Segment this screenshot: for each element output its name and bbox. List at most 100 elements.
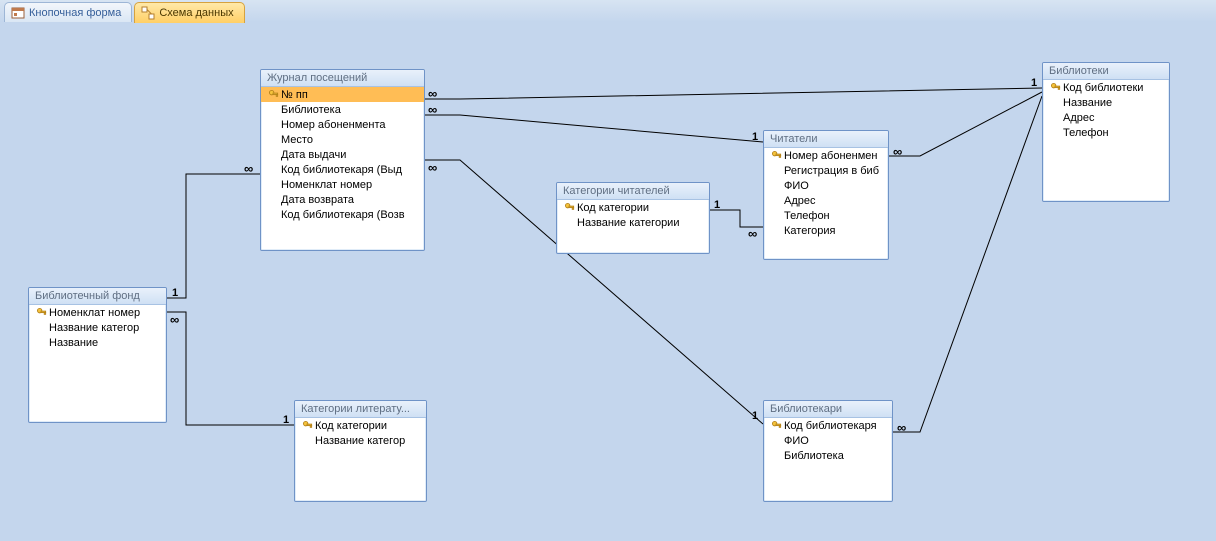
rel-card: ∞	[748, 226, 757, 241]
field-row[interactable]: Телефон	[1043, 125, 1169, 140]
relationships-icon	[141, 6, 155, 20]
rel-card: 1	[283, 414, 289, 426]
tab-schema[interactable]: Схема данных	[134, 2, 244, 23]
field-label: Адрес	[784, 195, 816, 207]
field-label: Код библиотекаря (Возв	[281, 209, 405, 221]
field-row[interactable]: Дата выдачи	[261, 147, 424, 162]
field-list: Код библиотеки Название Адрес Телефон	[1043, 80, 1169, 140]
table-catlit[interactable]: Категории литерату... Код категории Назв…	[294, 400, 427, 502]
field-row[interactable]: Код библиотекаря	[764, 418, 892, 433]
field-label: ФИО	[784, 435, 809, 447]
field-row[interactable]: Название категор	[295, 433, 426, 448]
field-label: Название категор	[315, 435, 405, 447]
field-row[interactable]: Название	[1043, 95, 1169, 110]
table-catread[interactable]: Категории читателей Код категории Назван…	[556, 182, 710, 254]
rel-card: ∞	[244, 161, 253, 176]
primary-key-icon	[265, 89, 281, 100]
field-label: Код библиотекаря (Выд	[281, 164, 402, 176]
field-row[interactable]: № пп	[261, 87, 424, 102]
table-title: Категории читателей	[557, 183, 709, 200]
field-row[interactable]: Название	[29, 335, 166, 350]
tab-label: Кнопочная форма	[29, 7, 121, 19]
field-label: Название категории	[577, 217, 679, 229]
rel-card: 1	[714, 199, 720, 211]
field-row[interactable]: Номер абоненмента	[261, 117, 424, 132]
field-row[interactable]: Название категор	[29, 320, 166, 335]
table-librarians[interactable]: Библиотекари Код библиотекаря ФИО Библио…	[763, 400, 893, 502]
primary-key-icon	[768, 420, 784, 431]
field-label: Название	[1063, 97, 1112, 109]
field-label: Место	[281, 134, 313, 146]
field-label: Код библиотеки	[1063, 82, 1143, 94]
table-readers[interactable]: Читатели Номер абоненмен Регистрация в б…	[763, 130, 889, 260]
field-label: Код категории	[315, 420, 387, 432]
field-row[interactable]: Код библиотеки	[1043, 80, 1169, 95]
tab-label: Схема данных	[159, 7, 233, 19]
rel-card: ∞	[893, 144, 902, 159]
primary-key-icon	[33, 307, 49, 318]
field-row[interactable]: Код категории	[557, 200, 709, 215]
field-list: Код библиотекаря ФИО Библиотека	[764, 418, 892, 463]
field-row[interactable]: Телефон	[764, 208, 888, 223]
field-list: № пп Библиотека Номер абоненмента Место …	[261, 87, 424, 222]
rel-card: ∞	[428, 86, 437, 101]
field-label: Категория	[784, 225, 835, 237]
field-row[interactable]: Номер абоненмен	[764, 148, 888, 163]
field-row[interactable]: Библиотека	[261, 102, 424, 117]
field-label: Номер абоненмента	[281, 119, 386, 131]
field-label: Номер абоненмен	[784, 150, 877, 162]
table-title: Библиотеки	[1043, 63, 1169, 80]
field-row[interactable]: Место	[261, 132, 424, 147]
field-list: Код категории Название категор	[295, 418, 426, 448]
rel-card: 1	[752, 410, 758, 422]
table-title: Читатели	[764, 131, 888, 148]
table-bibfond[interactable]: Библиотечный фонд Номенклат номер Назван…	[28, 287, 167, 423]
rel-card: ∞	[428, 102, 437, 117]
tab-form[interactable]: Кнопочная форма	[4, 2, 132, 23]
field-label: Регистрация в биб	[784, 165, 879, 177]
field-list: Номенклат номер Название категор Названи…	[29, 305, 166, 350]
table-title: Библиотечный фонд	[29, 288, 166, 305]
field-row[interactable]: Регистрация в биб	[764, 163, 888, 178]
table-title: Категории литерату...	[295, 401, 426, 418]
table-title: Журнал посещений	[261, 70, 424, 87]
table-journal[interactable]: Журнал посещений № пп Библиотека Номер а…	[260, 69, 425, 251]
field-row[interactable]: Номенклат номер	[29, 305, 166, 320]
field-label: Библиотека	[281, 104, 341, 116]
field-list: Номер абоненмен Регистрация в биб ФИО Ад…	[764, 148, 888, 238]
field-row[interactable]: ФИО	[764, 178, 888, 193]
field-label: Телефон	[784, 210, 830, 222]
table-title: Библиотекари	[764, 401, 892, 418]
primary-key-icon	[299, 420, 315, 431]
rel-card: ∞	[428, 160, 437, 175]
relationships-canvas[interactable]: 1 ∞ ∞ 1 ∞ 1 ∞ 1 ∞ 1 1 ∞ ∞ ∞ Библиотечный…	[0, 22, 1216, 541]
rel-card: 1	[752, 131, 758, 143]
field-row[interactable]: Код категории	[295, 418, 426, 433]
form-icon	[11, 6, 25, 20]
field-row[interactable]: Категория	[764, 223, 888, 238]
rel-card: 1	[1031, 77, 1037, 89]
field-label: Адрес	[1063, 112, 1095, 124]
rel-card: ∞	[897, 420, 906, 435]
field-label: Название	[49, 337, 98, 349]
field-row[interactable]: Код библиотекаря (Выд	[261, 162, 424, 177]
rel-card: 1	[172, 287, 178, 299]
field-label: Название категор	[49, 322, 139, 334]
field-row[interactable]: ФИО	[764, 433, 892, 448]
field-row[interactable]: Адрес	[1043, 110, 1169, 125]
field-label: Телефон	[1063, 127, 1109, 139]
field-row[interactable]: Название категории	[557, 215, 709, 230]
field-label: № пп	[281, 89, 308, 101]
field-row[interactable]: Код библиотекаря (Возв	[261, 207, 424, 222]
field-row[interactable]: Адрес	[764, 193, 888, 208]
table-libraries[interactable]: Библиотеки Код библиотеки Название Адрес…	[1042, 62, 1170, 202]
relationship-lines: 1 ∞ ∞ 1 ∞ 1 ∞ 1 ∞ 1 1 ∞ ∞ ∞	[0, 22, 1216, 541]
field-label: ФИО	[784, 180, 809, 192]
primary-key-icon	[561, 202, 577, 213]
rel-card: ∞	[170, 312, 179, 327]
field-row[interactable]: Номенклат номер	[261, 177, 424, 192]
field-row[interactable]: Дата возврата	[261, 192, 424, 207]
field-label: Библиотека	[784, 450, 844, 462]
field-row[interactable]: Библиотека	[764, 448, 892, 463]
field-label: Код категории	[577, 202, 649, 214]
